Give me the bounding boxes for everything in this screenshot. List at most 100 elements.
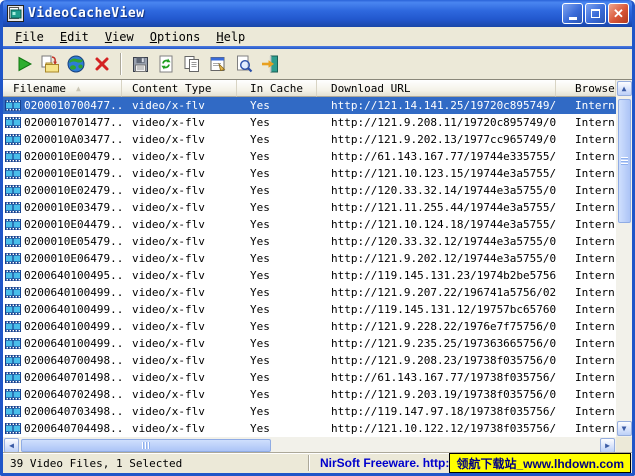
- cell-filename[interactable]: 0200010E01479...: [3, 165, 122, 182]
- cell-filename[interactable]: 0200640100495...: [3, 267, 122, 284]
- table-row[interactable]: 0200640703498...video/x-flvYeshttp://119…: [3, 403, 616, 420]
- play-button[interactable]: [11, 51, 37, 77]
- column-header-browser[interactable]: Browse: [556, 80, 616, 97]
- cell-download-url: http://121.9.202.12/19744e3a5755/020...: [317, 250, 556, 267]
- cell-filename[interactable]: 0200640701498...: [3, 369, 122, 386]
- cell-content-type: video/x-flv: [122, 216, 237, 233]
- cell-filename[interactable]: 0200010A03477...: [3, 131, 122, 148]
- maximize-button[interactable]: [585, 3, 606, 24]
- horizontal-scroll-thumb[interactable]: [21, 439, 271, 452]
- cell-browser: Intern: [556, 420, 616, 437]
- maximize-icon: [591, 9, 600, 18]
- close-icon: ✕: [613, 7, 624, 20]
- find-button[interactable]: [231, 51, 257, 77]
- table-row[interactable]: 0200010E00479...video/x-flvYeshttp://61.…: [3, 148, 616, 165]
- scrollbar-corner: [616, 437, 632, 452]
- close-button[interactable]: ✕: [608, 3, 629, 24]
- save-icon: [131, 55, 150, 74]
- vertical-scroll-thumb[interactable]: [618, 99, 631, 223]
- minimize-button[interactable]: [562, 3, 583, 24]
- save-button[interactable]: [127, 51, 153, 77]
- film-strip-icon: [5, 304, 21, 315]
- horizontal-scrollbar[interactable]: ◀ ▶: [3, 437, 616, 452]
- film-strip-icon: [5, 219, 21, 230]
- copy-button[interactable]: [179, 51, 205, 77]
- cell-download-url: http://121.10.124.18/19744e3a5755/02...: [317, 216, 556, 233]
- menu-help[interactable]: Help: [208, 29, 253, 45]
- cell-filename[interactable]: 0200010E04479...: [3, 216, 122, 233]
- table-row[interactable]: 0200640100495...video/x-flvYeshttp://119…: [3, 267, 616, 284]
- table-row[interactable]: 0200010E03479...video/x-flvYeshttp://121…: [3, 199, 616, 216]
- sort-ascending-icon: ▲: [76, 84, 81, 93]
- table-row[interactable]: 0200640704498...video/x-flvYeshttp://121…: [3, 420, 616, 437]
- download-site-watermark[interactable]: 领航下载站_www.lhdown.com: [449, 453, 631, 473]
- table-row[interactable]: 0200010700477...video/x-flvYeshttp://121…: [3, 97, 616, 114]
- scroll-right-button[interactable]: ▶: [600, 438, 615, 452]
- table-row[interactable]: 0200010E05479...video/x-flvYeshttp://120…: [3, 233, 616, 250]
- table-row[interactable]: 0200640701498...video/x-flvYeshttp://61.…: [3, 369, 616, 386]
- column-header-content-type[interactable]: Content Type: [122, 80, 237, 97]
- minimize-icon: [569, 17, 577, 20]
- table-row[interactable]: 0200010E01479...video/x-flvYeshttp://121…: [3, 165, 616, 182]
- cell-filename[interactable]: 0200010E00479...: [3, 148, 122, 165]
- cell-content-type: video/x-flv: [122, 97, 237, 114]
- cell-content-type: video/x-flv: [122, 250, 237, 267]
- column-header-filename[interactable]: Filename ▲: [3, 80, 122, 97]
- table-row[interactable]: 0200640100499...video/x-flvYeshttp://121…: [3, 284, 616, 301]
- menu-view[interactable]: View: [97, 29, 142, 45]
- nirsoft-freeware-link[interactable]: NirSoft Freeware. http://w: [320, 456, 465, 470]
- table-row[interactable]: 0200010E02479...video/x-flvYeshttp://120…: [3, 182, 616, 199]
- exit-button[interactable]: [257, 51, 283, 77]
- menu-file[interactable]: File: [7, 29, 52, 45]
- cell-filename[interactable]: 0200640100499...: [3, 284, 122, 301]
- film-strip-icon: [5, 338, 21, 349]
- table-row[interactable]: 0200640100499...video/x-flvYeshttp://119…: [3, 301, 616, 318]
- filename-text: 0200640704498...: [24, 422, 122, 435]
- cell-filename[interactable]: 0200010E05479...: [3, 233, 122, 250]
- cell-download-url: http://121.10.123.15/19744e3a5755/02...: [317, 165, 556, 182]
- chevron-right-icon: ▶: [605, 442, 610, 450]
- table-row[interactable]: 0200010A03477...video/x-flvYeshttp://121…: [3, 131, 616, 148]
- refresh-button[interactable]: [153, 51, 179, 77]
- film-strip-icon: [5, 202, 21, 213]
- cell-filename[interactable]: 0200010701477...: [3, 114, 122, 131]
- table-row[interactable]: 0200640100499...video/x-flvYeshttp://121…: [3, 318, 616, 335]
- cell-filename[interactable]: 0200640100499...: [3, 301, 122, 318]
- column-header-download-url[interactable]: Download URL: [317, 80, 556, 97]
- titlebar[interactable]: VideoCacheView ✕: [3, 0, 632, 27]
- film-strip-icon: [5, 253, 21, 264]
- menu-options[interactable]: Options: [142, 29, 209, 45]
- cell-filename[interactable]: 0200010700477...: [3, 97, 122, 114]
- table-row[interactable]: 0200640100499...video/x-flvYeshttp://121…: [3, 335, 616, 352]
- table-row[interactable]: 0200010E04479...video/x-flvYeshttp://121…: [3, 216, 616, 233]
- cell-filename[interactable]: 0200010E03479...: [3, 199, 122, 216]
- table-row[interactable]: 0200640700498...video/x-flvYeshttp://121…: [3, 352, 616, 369]
- film-strip-icon: [5, 151, 21, 162]
- cell-filename[interactable]: 0200010E06479...: [3, 250, 122, 267]
- column-header-in-cache[interactable]: In Cache: [237, 80, 317, 97]
- menu-bar: File Edit View Options Help: [3, 27, 632, 46]
- cell-download-url: http://121.9.208.23/19738f035756/020...: [317, 352, 556, 369]
- cell-filename[interactable]: 0200640100499...: [3, 318, 122, 335]
- cell-filename[interactable]: 0200640702498...: [3, 386, 122, 403]
- copy-selected-files-button[interactable]: [37, 51, 63, 77]
- vertical-scrollbar[interactable]: ▲ ▼: [616, 80, 632, 437]
- cell-filename[interactable]: 0200640704498...: [3, 420, 122, 437]
- table-row[interactable]: 0200640702498...video/x-flvYeshttp://121…: [3, 386, 616, 403]
- cell-download-url: http://120.33.32.14/19744e3a5755/020...: [317, 182, 556, 199]
- cell-filename[interactable]: 0200640700498...: [3, 352, 122, 369]
- open-in-browser-button[interactable]: [63, 51, 89, 77]
- delete-button[interactable]: [89, 51, 115, 77]
- table-row[interactable]: 0200010E06479...video/x-flvYeshttp://121…: [3, 250, 616, 267]
- cell-filename[interactable]: 0200640703498...: [3, 403, 122, 420]
- scroll-down-button[interactable]: ▼: [617, 421, 632, 436]
- toolbar-separator: [120, 53, 122, 75]
- menu-edit[interactable]: Edit: [52, 29, 97, 45]
- cell-content-type: video/x-flv: [122, 131, 237, 148]
- scroll-left-button[interactable]: ◀: [4, 438, 19, 452]
- scroll-up-button[interactable]: ▲: [617, 81, 632, 96]
- cell-filename[interactable]: 0200640100499...: [3, 335, 122, 352]
- properties-button[interactable]: [205, 51, 231, 77]
- cell-filename[interactable]: 0200010E02479...: [3, 182, 122, 199]
- table-row[interactable]: 0200010701477...video/x-flvYeshttp://121…: [3, 114, 616, 131]
